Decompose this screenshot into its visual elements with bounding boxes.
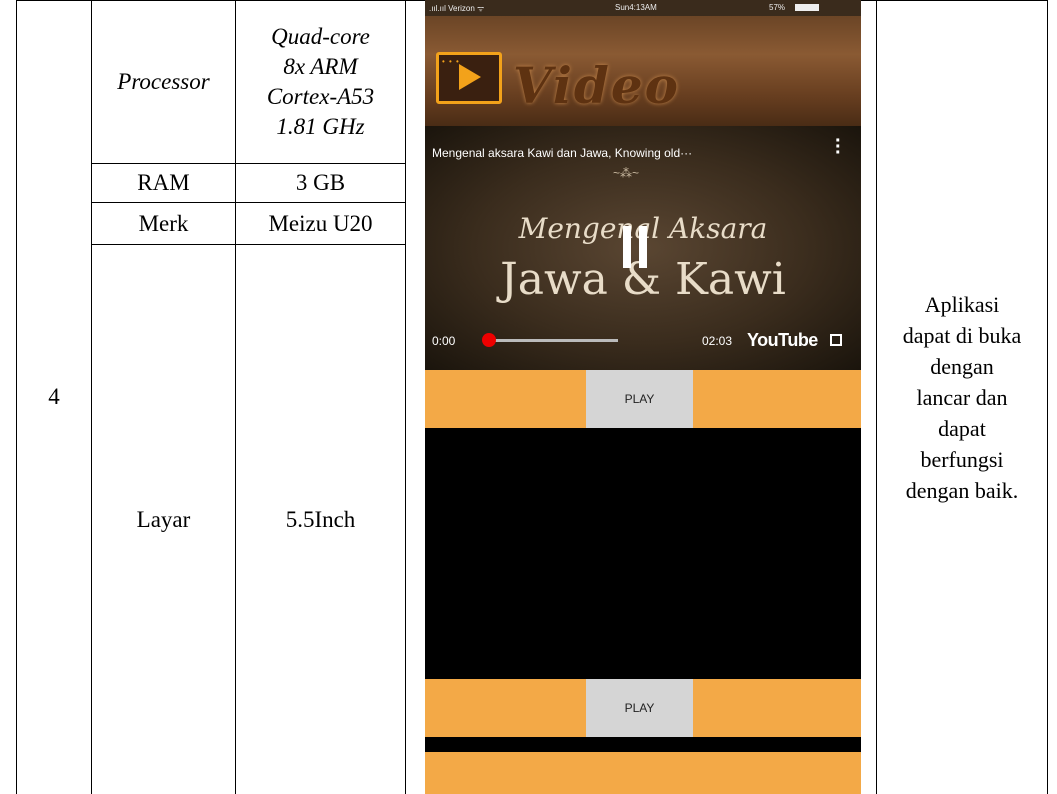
play-button[interactable]: PLAY xyxy=(586,370,693,428)
battery-level: 57% xyxy=(769,3,786,12)
app-header: • • • Video xyxy=(425,16,861,126)
spec-label-processor: Processor xyxy=(117,69,210,94)
duration: 02:03 xyxy=(702,334,733,348)
table-border xyxy=(405,0,406,794)
result-line: berfungsi xyxy=(920,446,1004,472)
play-bar: PLAY xyxy=(425,679,861,737)
spec-value-merk: Meizu U20 xyxy=(268,210,373,236)
status-bar: .ııl.ııl Verizon ᯤ Sun4:13AM 57% xyxy=(425,0,861,16)
spec-label-layar: Layar xyxy=(136,506,191,532)
table-border-right xyxy=(1047,0,1048,794)
row-number: 4 xyxy=(48,384,60,409)
phone-screenshot: .ııl.ııl Verizon ᯤ Sun4:13AM 57% • • • V… xyxy=(425,0,861,794)
spec-label-merk: Merk xyxy=(138,210,189,236)
play-bar xyxy=(425,752,861,794)
result-line: Aplikasi xyxy=(924,291,1000,317)
spec-value-line: 8x ARM xyxy=(283,54,358,79)
result-line: dengan baik. xyxy=(905,477,1019,503)
spec-value-line: 1.81 GHz xyxy=(276,114,365,139)
spec-value-ram: 3 GB xyxy=(295,170,346,195)
fullscreen-icon[interactable] xyxy=(830,334,842,346)
status-time: Sun4:13AM xyxy=(615,3,657,12)
spec-value-line: Quad-core xyxy=(271,24,370,49)
spec-value-line: Cortex-A53 xyxy=(266,84,375,109)
pause-icon[interactable] xyxy=(623,226,651,268)
spec-value-layar: 5.5Inch xyxy=(285,506,356,532)
more-options-icon[interactable]: · · · xyxy=(835,131,842,163)
spec-label-ram: RAM xyxy=(137,170,190,195)
result-line: dengan xyxy=(930,353,994,379)
video-title: Mengenal aksara Kawi dan Jawa, Knowing o… xyxy=(432,146,693,160)
video-play-icon: • • • xyxy=(436,52,502,104)
youtube-player[interactable]: Mengenal aksara Kawi dan Jawa, Knowing o… xyxy=(425,126,861,370)
result-line: dapat xyxy=(938,415,986,441)
app-title: Video xyxy=(513,56,681,115)
progress-bar[interactable] xyxy=(488,339,618,342)
carrier-signal: .ııl.ııl Verizon ᯤ xyxy=(429,4,485,13)
result-line: dapat di buka xyxy=(902,322,1022,348)
progress-knob[interactable] xyxy=(482,333,496,347)
current-time: 0:00 xyxy=(432,334,456,348)
play-button[interactable]: PLAY xyxy=(586,679,693,737)
battery-icon xyxy=(795,4,819,11)
youtube-logo[interactable]: YouTube xyxy=(747,330,818,351)
result-line: lancar dan xyxy=(916,384,1008,410)
spec-value-processor: Quad-core 8x ARM Cortex-A53 1.81 GHz xyxy=(236,1,405,163)
ornament-decoration: ~⁂~ xyxy=(613,166,640,180)
result-text: Aplikasi dapat di buka dengan lancar dan… xyxy=(877,0,1047,794)
play-bar: PLAY xyxy=(425,370,861,428)
